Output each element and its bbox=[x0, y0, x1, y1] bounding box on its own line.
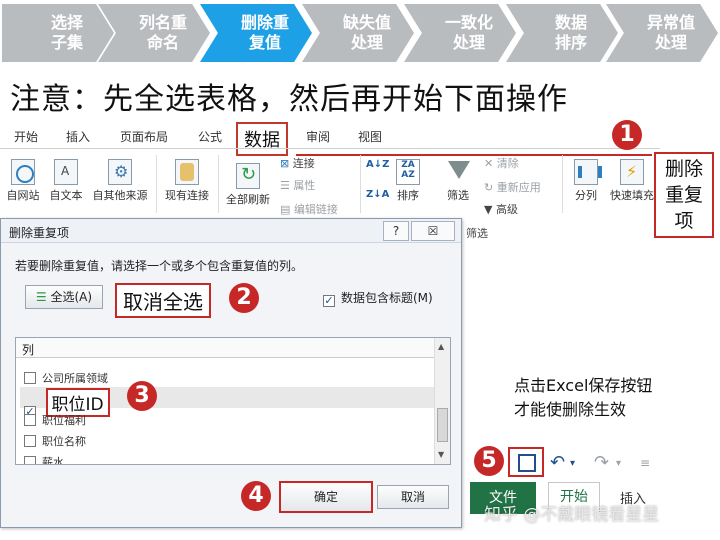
text-to-columns-button[interactable]: 分列 bbox=[568, 159, 604, 203]
sort-ascending-icon[interactable]: A↓Z bbox=[366, 159, 389, 179]
list-item-selected[interactable]: ✓ 职位ID bbox=[20, 387, 436, 418]
other-sources-icon bbox=[108, 159, 132, 185]
scroll-thumb[interactable] bbox=[437, 408, 448, 442]
link-icon: ⊠ bbox=[280, 157, 293, 170]
list-item[interactable]: 薪水 bbox=[20, 450, 436, 464]
select-all-button[interactable]: ☰ 全选(A) bbox=[25, 285, 103, 309]
tab-formulas[interactable]: 公式 bbox=[198, 128, 222, 145]
help-button[interactable]: ? bbox=[383, 221, 409, 241]
page-heading: 注意：先全选表格，然后再开始下面操作 bbox=[10, 82, 568, 117]
ribbon-data-panel: 自网站 自文本 自其他来源 现有连接 全部刷新 ⊠ 连接 ☰ 属性 ▤ 编辑链接… bbox=[0, 149, 660, 240]
from-text-button[interactable]: 自文本 bbox=[46, 159, 86, 203]
undo-dropdown-icon[interactable]: ▾ bbox=[570, 458, 575, 469]
step-missing-values: 缺失值 处理 bbox=[302, 4, 414, 62]
unselect-all-button[interactable]: 取消全选 bbox=[115, 283, 211, 318]
annotation-1: 1 bbox=[612, 120, 642, 150]
ribbon-separator bbox=[218, 155, 219, 213]
clear-filter-button[interactable]: ✕ 清除 bbox=[484, 155, 519, 171]
has-headers-checkbox[interactable]: ✓ 数据包含标题(M) bbox=[323, 289, 433, 307]
from-other-sources-button[interactable]: 自其他来源 bbox=[88, 159, 152, 203]
edit-links-icon: ▤ bbox=[280, 203, 294, 216]
step-normalize: 一致化 处理 bbox=[404, 4, 516, 62]
tab-view[interactable]: 视图 bbox=[358, 128, 382, 145]
tab-review[interactable]: 审阅 bbox=[306, 128, 330, 145]
database-icon bbox=[175, 159, 199, 185]
tab-home[interactable]: 开始 bbox=[14, 128, 38, 145]
step-sort: 数据 排序 bbox=[506, 4, 618, 62]
save-instruction: 点击Excel保存按钮 才能使删除生效 bbox=[514, 376, 653, 419]
step-remove-duplicates: 删除重 复值 bbox=[200, 4, 312, 62]
remove-duplicates-dialog: 删除重复项 ? ☒ 若要删除重复值，请选择一个或多个包含重复值的列。 ☰ 全选(… bbox=[0, 218, 462, 528]
split-columns-icon bbox=[574, 159, 602, 185]
close-button[interactable]: ☒ bbox=[411, 221, 455, 241]
properties-icon: ☰ bbox=[280, 179, 294, 192]
list-item[interactable]: 职位福利 bbox=[20, 408, 436, 429]
checkbox-icon bbox=[24, 414, 36, 426]
save-icon[interactable] bbox=[508, 447, 544, 477]
redo-dropdown-icon[interactable]: ▾ bbox=[616, 458, 621, 469]
list-item[interactable]: 职位名称 bbox=[20, 429, 436, 450]
refresh-all-button[interactable]: 全部刷新 bbox=[222, 163, 274, 207]
list-scrollbar[interactable]: ▲ ▼ bbox=[434, 338, 450, 464]
clear-icon: ✕ bbox=[484, 157, 497, 170]
checkbox-icon bbox=[24, 456, 36, 464]
reapply-button[interactable]: ↻ 重新应用 bbox=[484, 179, 541, 195]
step-select-subset: 选择 子集 bbox=[2, 4, 114, 62]
dialog-prompt: 若要删除重复值，请选择一个或多个包含重复值的列。 bbox=[15, 259, 304, 273]
funnel-icon bbox=[446, 159, 470, 185]
checkbox-checked-icon: ✓ bbox=[323, 294, 335, 307]
scroll-up-icon[interactable]: ▲ bbox=[438, 342, 444, 351]
list-item[interactable]: 公司所属领域 bbox=[20, 366, 436, 387]
filter-button[interactable]: 筛选 bbox=[440, 159, 476, 203]
from-web-button[interactable]: 自网站 bbox=[4, 159, 42, 203]
tab-insert[interactable]: 插入 bbox=[66, 128, 90, 145]
sort-dialog-icon: ZA AZ bbox=[396, 159, 420, 185]
remove-duplicates-callout[interactable]: 删除 重复 项 bbox=[654, 152, 714, 238]
connections-button[interactable]: ⊠ 连接 bbox=[280, 155, 315, 171]
cancel-button[interactable]: 取消 bbox=[377, 485, 449, 509]
step-rename-columns: 列名重 命名 bbox=[98, 4, 210, 62]
step-outliers: 异常值 处理 bbox=[606, 4, 718, 62]
select-all-icon: ☰ bbox=[35, 290, 51, 304]
annotation-4: 4 bbox=[241, 481, 271, 511]
ok-button[interactable]: 确定 bbox=[279, 481, 373, 513]
refresh-icon bbox=[236, 163, 260, 189]
undo-icon[interactable]: ↶ bbox=[550, 452, 565, 473]
annotation-3: 3 bbox=[127, 381, 157, 411]
column-list[interactable]: 列 公司所属领域 ✓ 职位ID 职位福利 职位名称 薪水 ▲ ▼ bbox=[15, 337, 451, 465]
globe-icon bbox=[11, 159, 35, 185]
tab-page-layout[interactable]: 页面布局 bbox=[120, 128, 168, 145]
sort-descending-icon[interactable]: Z↓A bbox=[366, 189, 389, 209]
redo-icon[interactable]: ↷ bbox=[594, 452, 609, 473]
flash-fill-button[interactable]: 快速填充 bbox=[606, 159, 658, 203]
customize-qat-icon[interactable]: ≡ bbox=[640, 456, 650, 470]
existing-connections-button[interactable]: 现有连接 bbox=[160, 159, 214, 203]
text-file-icon bbox=[54, 159, 78, 185]
reapply-icon: ↻ bbox=[484, 181, 497, 194]
ribbon-separator bbox=[156, 155, 157, 213]
edit-links-button[interactable]: ▤ 编辑链接 bbox=[280, 201, 338, 217]
watermark: 知乎 @不戴眼镜看星星 bbox=[484, 505, 660, 525]
scroll-down-icon[interactable]: ▼ bbox=[438, 450, 444, 459]
flash-fill-icon bbox=[620, 159, 644, 185]
sort-button[interactable]: ZA AZ 排序 bbox=[390, 159, 426, 203]
checkbox-icon bbox=[24, 372, 36, 384]
filter-group-label: 筛选 bbox=[466, 227, 488, 240]
ribbon-tabs: 开始 插入 页面布局 公式 数据 审阅 视图 bbox=[0, 122, 660, 156]
advanced-filter-button[interactable]: ▼ 高级 bbox=[484, 201, 518, 217]
ribbon-separator bbox=[360, 155, 361, 213]
annotation-2: 2 bbox=[229, 283, 259, 313]
checkbox-icon bbox=[24, 435, 36, 447]
advanced-icon: ▼ bbox=[484, 203, 496, 216]
properties-button[interactable]: ☰ 属性 bbox=[280, 177, 315, 193]
process-steps: 选择 子集 列名重 命名 删除重 复值 缺失值 处理 一致化 处理 数据 排序 异常值 处理 bbox=[0, 0, 720, 66]
column-list-header: 列 bbox=[16, 338, 436, 358]
ribbon-separator bbox=[562, 155, 563, 213]
annotation-5: 5 bbox=[474, 446, 504, 476]
